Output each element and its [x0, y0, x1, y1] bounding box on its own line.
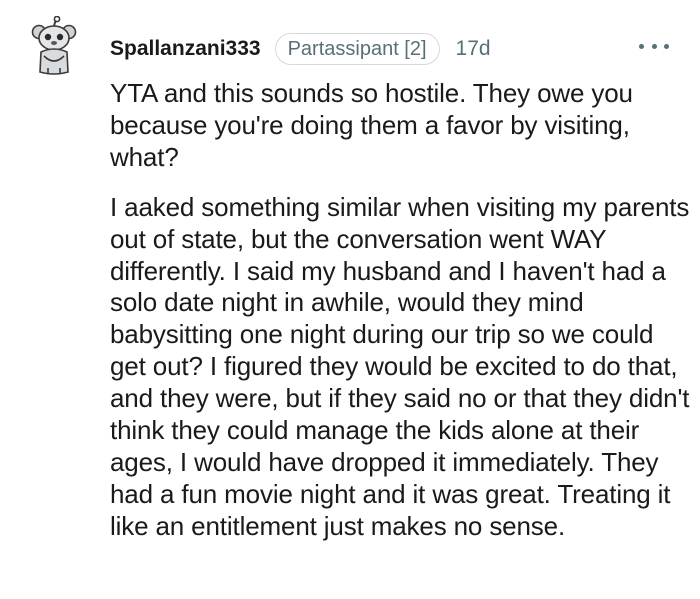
more-dot [664, 43, 669, 49]
snoo-avatar-icon[interactable] [30, 15, 78, 76]
user-flair-badge: Partassipant [2] [274, 33, 440, 65]
more-dot [639, 43, 644, 49]
more-options-icon[interactable] [639, 36, 669, 56]
comment-timestamp[interactable]: 17d [456, 37, 491, 61]
comment-paragraph: I aaked something similar when visiting … [110, 191, 690, 541]
author-username[interactable]: Spallanzani333 [110, 37, 261, 61]
comment-body: YTA and this sounds so hostile. They owe… [110, 78, 695, 561]
comment-header: Spallanzani333 Partassipant [2] 17d [110, 30, 491, 68]
comment-paragraph: YTA and this sounds so hostile. They owe… [110, 78, 633, 172]
more-dot [651, 43, 657, 49]
comment: Spallanzani333 Partassipant [2] 17d YTA … [0, 0, 700, 599]
